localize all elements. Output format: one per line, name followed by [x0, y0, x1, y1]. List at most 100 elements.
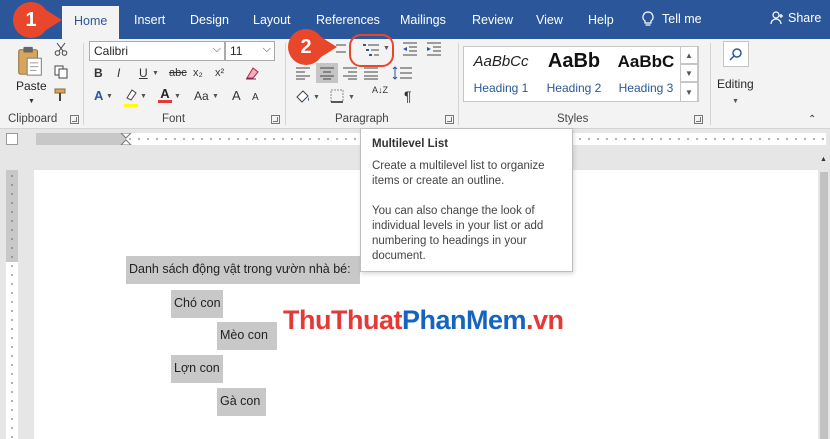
borders-icon[interactable]: [330, 89, 344, 103]
tooltip-title: Multilevel List: [372, 138, 449, 150]
style-name: Heading 1: [473, 81, 529, 95]
scroll-up-icon[interactable]: ▲: [820, 152, 827, 168]
tab-layout[interactable]: Layout: [253, 13, 291, 27]
list-heading[interactable]: Danh sách động vật trong vườn nhà bé:: [126, 256, 360, 284]
vertical-ruler[interactable]: [6, 170, 18, 439]
paste-button-label[interactable]: Paste: [16, 79, 47, 93]
shading-icon[interactable]: [295, 89, 311, 103]
list-item-level-1[interactable]: Lợn con: [171, 355, 223, 383]
superscript-button[interactable]: x²: [215, 65, 224, 81]
ribbon: Paste ▼ Clipboard Calibri ⌵ 11 ⌵ B I U ▼…: [0, 39, 830, 129]
style-sample: AaBbC: [617, 52, 675, 71]
tab-selector-icon[interactable]: [6, 133, 18, 145]
align-center-button[interactable]: [316, 63, 338, 83]
vertical-scrollbar[interactable]: ▲: [818, 148, 830, 439]
lightbulb-icon: [642, 11, 654, 26]
format-painter-icon[interactable]: [54, 88, 68, 102]
tab-design[interactable]: Design: [190, 13, 229, 27]
tooltip-description: You can also change the look of individu…: [372, 205, 544, 262]
highlight-color-button[interactable]: [124, 89, 138, 107]
collapse-ribbon-icon[interactable]: ⌃: [808, 112, 816, 128]
paragraph-group-label: Paragraph: [335, 113, 389, 125]
tab-review[interactable]: Review: [472, 13, 513, 27]
decrease-indent-icon[interactable]: [402, 42, 418, 56]
grow-font-button[interactable]: A: [232, 88, 241, 104]
share-button[interactable]: Share: [770, 11, 821, 25]
style-sample: AaBbCc: [473, 53, 529, 70]
style-heading-2[interactable]: AaBb Heading 2: [538, 47, 610, 101]
share-label: Share: [788, 11, 822, 25]
change-case-dropdown-icon[interactable]: ▼: [212, 88, 219, 105]
font-color-dropdown-icon[interactable]: ▼: [174, 88, 181, 105]
strikethrough-button[interactable]: abc: [169, 65, 187, 81]
font-name-combo[interactable]: Calibri ⌵: [89, 41, 225, 61]
tab-insert[interactable]: Insert: [134, 13, 165, 27]
change-case-button[interactable]: Aa: [194, 88, 209, 104]
step-1-callout: 1: [13, 2, 49, 38]
group-divider: [710, 43, 711, 125]
font-size-combo[interactable]: 11 ⌵: [225, 41, 275, 61]
callout-pointer: [321, 37, 337, 57]
clipboard-group-label: Clipboard: [8, 113, 58, 125]
style-sample: AaBb: [547, 50, 601, 72]
editing-button[interactable]: [718, 41, 754, 71]
sort-button[interactable]: A↓Z: [372, 86, 388, 95]
line-spacing-icon[interactable]: [392, 66, 414, 80]
show-marks-button[interactable]: ¶: [404, 88, 412, 104]
tooltip-description: Create a multilevel list to organize ite…: [372, 160, 545, 187]
paragraph-launcher-icon[interactable]: [445, 115, 454, 124]
subscript-button[interactable]: x₂: [193, 65, 203, 81]
indent-marker-icon[interactable]: [120, 133, 132, 145]
tab-mailings[interactable]: Mailings: [400, 13, 446, 27]
tab-view[interactable]: View: [536, 13, 563, 27]
style-heading-1[interactable]: AaBbCc Heading 1: [465, 47, 537, 101]
tab-home[interactable]: Home: [62, 6, 120, 39]
font-launcher-icon[interactable]: [271, 115, 280, 124]
gallery-scroll-up-icon[interactable]: ▲: [680, 46, 698, 64]
borders-dropdown-icon[interactable]: ▼: [348, 89, 355, 106]
ribbon-tab-bar: Home Insert Design Layout References Mai…: [0, 0, 830, 39]
text-effects-dropdown-icon[interactable]: ▼: [106, 88, 113, 105]
editing-label[interactable]: Editing: [717, 77, 754, 91]
ruler-ticks: [11, 175, 13, 438]
gallery-more-icon[interactable]: ▼: [680, 82, 698, 102]
align-left-icon[interactable]: [295, 66, 311, 80]
gallery-scroll-down-icon[interactable]: ▼: [680, 64, 698, 82]
watermark-part: ThuThuat: [283, 305, 402, 335]
italic-button[interactable]: I: [117, 65, 120, 81]
watermark-part: PhanMem: [401, 305, 527, 335]
bold-button[interactable]: B: [94, 65, 103, 81]
justify-icon[interactable]: [363, 66, 379, 80]
editing-dropdown-icon[interactable]: ▼: [732, 93, 739, 110]
cut-icon[interactable]: [54, 42, 68, 56]
magnifier-icon: [729, 48, 742, 61]
copy-icon[interactable]: [54, 65, 68, 79]
text-effects-button[interactable]: A: [94, 88, 103, 104]
tab-references[interactable]: References: [316, 13, 380, 27]
multilevel-list-tooltip: Multilevel List Create a multilevel list…: [360, 128, 573, 272]
scroll-thumb[interactable]: [820, 172, 828, 439]
paste-dropdown-icon[interactable]: ▼: [28, 94, 35, 110]
underline-button[interactable]: U: [139, 65, 148, 81]
shrink-font-button[interactable]: A: [252, 90, 259, 106]
list-item-level-1[interactable]: Chó con: [171, 290, 223, 318]
increase-indent-icon[interactable]: [426, 42, 442, 56]
align-right-icon[interactable]: [342, 66, 358, 80]
clear-formatting-icon[interactable]: [244, 66, 260, 80]
site-watermark: ThuThuatPhanMem.vn: [283, 305, 564, 336]
list-item-level-2[interactable]: Mèo con: [217, 322, 277, 350]
styles-launcher-icon[interactable]: [694, 115, 703, 124]
highlight-dropdown-icon[interactable]: ▼: [140, 88, 147, 105]
sort-label: A↓Z: [372, 85, 389, 95]
paste-icon[interactable]: [16, 45, 44, 77]
list-item-level-2[interactable]: Gà con: [217, 388, 266, 416]
clipboard-launcher-icon[interactable]: [70, 115, 79, 124]
tell-me-box[interactable]: Tell me: [642, 11, 702, 27]
font-color-button[interactable]: A: [158, 87, 172, 103]
tab-help[interactable]: Help: [588, 13, 614, 27]
tell-me-label: Tell me: [662, 12, 702, 26]
underline-dropdown-icon[interactable]: ▼: [152, 65, 159, 82]
shading-dropdown-icon[interactable]: ▼: [313, 89, 320, 106]
style-heading-3[interactable]: AaBbC Heading 3: [610, 47, 682, 101]
chevron-down-icon: ⌵: [212, 43, 221, 55]
